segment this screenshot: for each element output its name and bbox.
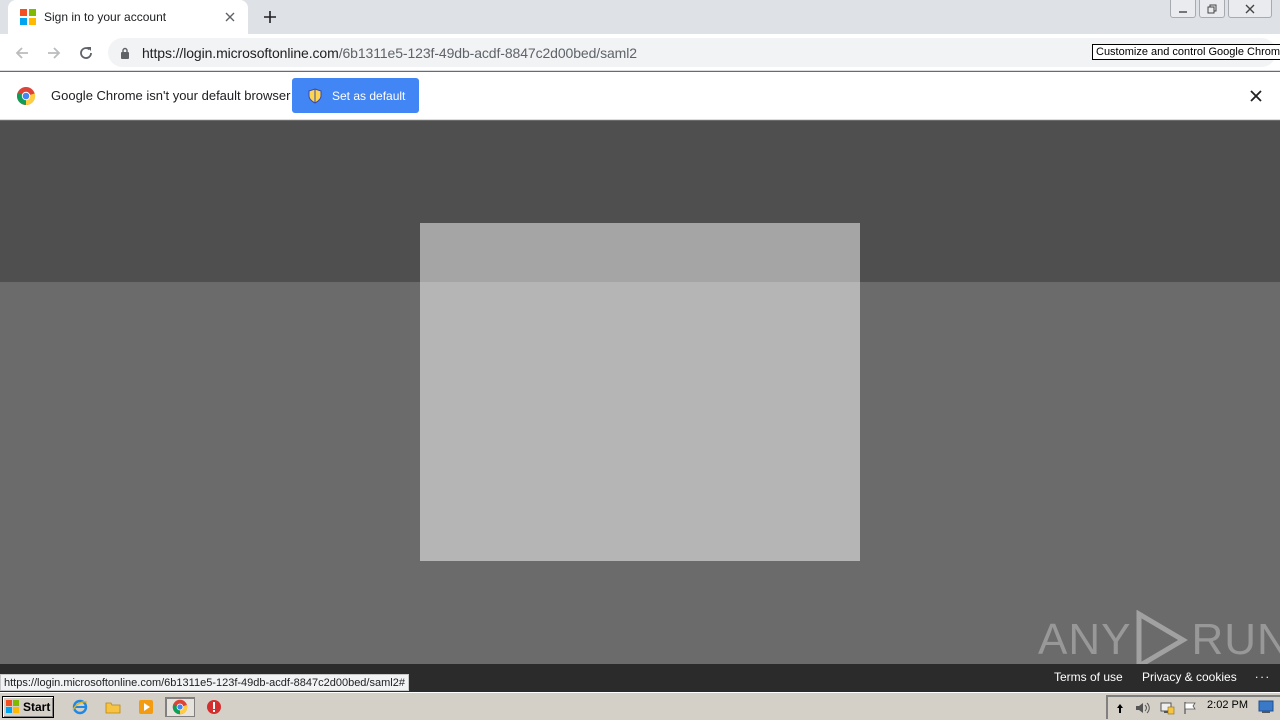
watermark-run: RUN (1191, 615, 1280, 664)
anyrun-watermark: ANY RUN (1038, 608, 1280, 672)
close-icon (1245, 4, 1255, 13)
stop-icon (207, 700, 221, 714)
plus-icon (264, 11, 276, 23)
taskbar-ie[interactable] (69, 697, 91, 717)
taskbar-security-app[interactable] (203, 697, 225, 717)
terms-of-use-link[interactable]: Terms of use (1054, 670, 1123, 684)
folder-icon (105, 702, 121, 714)
show-desktop-icon[interactable] (1258, 700, 1274, 714)
infobar-close-button[interactable] (1248, 88, 1264, 104)
taskbar-media-player[interactable] (135, 697, 157, 717)
lock-icon (121, 47, 129, 59)
windows-logo-icon (6, 700, 19, 713)
browser-toolbar: https://login.microsoftonline.com/6b1311… (0, 34, 1280, 71)
loading-dialog (420, 223, 860, 561)
tab-sign-in[interactable]: Sign in to your account (8, 0, 248, 34)
reload-icon (80, 47, 92, 59)
loading-dialog-header (420, 223, 860, 282)
tray-expand-icon[interactable] (1115, 702, 1125, 714)
windows-taskbar: Start 2:02 PM (0, 692, 1280, 720)
tab-strip: Sign in to your account (0, 0, 1280, 34)
menu-tooltip: Customize and control Google Chrome (1092, 44, 1280, 60)
infobar-message: Google Chrome isn't your default browser (51, 88, 291, 103)
chrome-logo-icon (16, 87, 36, 106)
privacy-cookies-link[interactable]: Privacy & cookies (1142, 670, 1237, 684)
page-content (0, 121, 1280, 664)
status-bar-url: https://login.microsoftonline.com/6b1311… (0, 674, 409, 691)
minimize-icon (1179, 10, 1187, 13)
shield-icon (308, 87, 322, 104)
flag-icon[interactable] (1183, 701, 1197, 715)
back-button[interactable] (9, 40, 35, 66)
minimize-button[interactable] (1170, 0, 1196, 18)
network-icon[interactable] (1159, 701, 1175, 715)
volume-icon[interactable] (1135, 701, 1151, 715)
set-as-default-label: Set as default (332, 88, 406, 103)
default-browser-infobar: Google Chrome isn't your default browser… (0, 72, 1280, 120)
address-url: https://login.microsoftonline.com/6b1311… (142, 45, 637, 61)
chrome-logo-icon (172, 699, 188, 715)
watermark-any: ANY (1038, 615, 1132, 664)
taskbar-explorer[interactable] (102, 697, 124, 717)
close-icon (225, 12, 235, 22)
taskbar-chrome[interactable] (165, 697, 195, 717)
new-tab-button[interactable] (258, 5, 282, 29)
close-icon (1250, 90, 1262, 102)
forward-icon (48, 47, 61, 59)
restore-icon (1207, 4, 1217, 13)
url-host: https://login.microsoftonline.com (142, 44, 339, 61)
start-button[interactable]: Start (2, 696, 54, 718)
set-as-default-button[interactable]: Set as default (292, 78, 419, 113)
tab-close-button[interactable] (220, 7, 240, 27)
more-options-link[interactable]: ... (1255, 667, 1271, 681)
url-path: /6b1311e5-123f-49db-acdf-8847c2d00bed/sa… (338, 44, 637, 61)
back-icon (15, 47, 28, 59)
internet-explorer-icon (72, 699, 88, 715)
media-player-icon (139, 700, 153, 714)
clock: 2:02 PM (1207, 699, 1248, 711)
reload-button[interactable] (73, 40, 99, 66)
window-close-button[interactable] (1228, 0, 1272, 18)
forward-button[interactable] (41, 40, 67, 66)
system-tray (1106, 695, 1280, 719)
microsoft-logo-icon (20, 9, 36, 25)
play-logo-icon (1136, 610, 1189, 670)
start-label: Start (23, 700, 51, 714)
window-controls (1167, 0, 1272, 18)
restore-button[interactable] (1199, 0, 1225, 18)
tab-title: Sign in to your account (44, 10, 167, 24)
